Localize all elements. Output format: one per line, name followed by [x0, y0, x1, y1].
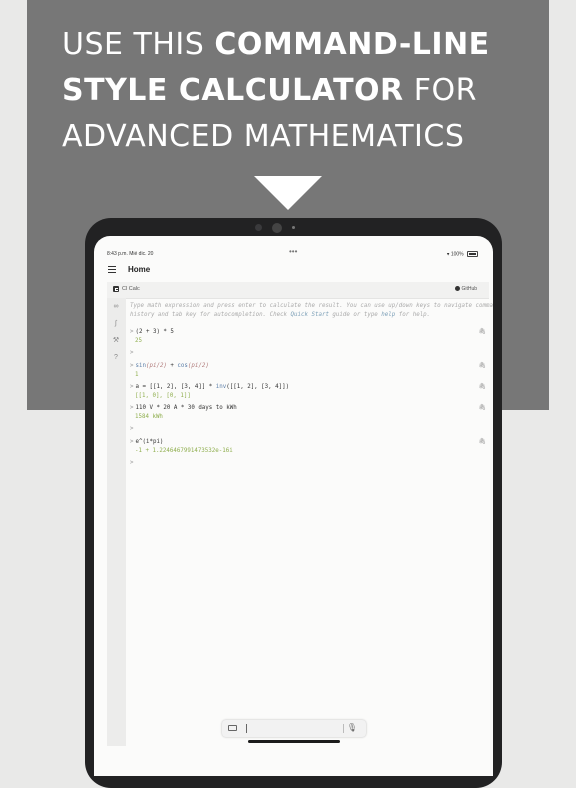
console-entry: > a = [[1, 2], [3, 4]] * inv([[1, 2], [3,… [130, 383, 486, 401]
headline-bold: STYLE CALCULATOR [62, 73, 404, 108]
page-title: Home [128, 265, 151, 274]
entry-input[interactable]: ([[1, 2], [3, 4]]) [226, 384, 289, 390]
prompt-symbol: > [130, 329, 134, 335]
intro-line: history and tab key for autocompletion. … [130, 312, 291, 318]
prompt-symbol: > [130, 384, 134, 390]
entry-input[interactable]: 110 V * 20 A * 30 days to kWh [136, 405, 237, 411]
function-arg[interactable]: (pi/2) [188, 363, 209, 369]
camera-icon [255, 224, 262, 231]
intro-line: Type math expression and press enter to … [130, 303, 493, 309]
status-time: 8:43 p.m. Mié dic. 20 [107, 251, 154, 257]
battery-percent: 100% [450, 251, 464, 258]
function-name[interactable]: inv [216, 384, 226, 390]
paperclip-icon[interactable]: 🖇 [478, 328, 486, 335]
promo-headline: USE THIS COMMAND-LINE STYLE CALCULATOR F… [62, 22, 532, 160]
console-entry: > sin(pi/2) + cos(pi/2) 1 🖇 [130, 362, 486, 380]
function-icon[interactable]: ∫ [112, 320, 120, 328]
link-icon[interactable]: ∞ [112, 303, 120, 311]
app-name: Cl Calc [122, 286, 140, 292]
app-logo-icon [113, 286, 119, 292]
function-name[interactable]: sin [136, 363, 146, 369]
entry-result: [[1, 0], [0, 1]] [135, 393, 191, 399]
help-keyword: help [381, 312, 396, 318]
wifi-icon: ▾ [446, 251, 450, 258]
paperclip-icon[interactable]: 🖇 [478, 438, 486, 445]
battery-status: ▾ 100% [447, 251, 478, 257]
headline-text: USE THIS [62, 27, 205, 62]
console-output: Type math expression and press enter to … [130, 302, 493, 472]
headline-text: ADVANCED MATHEMATICS [62, 119, 465, 154]
keyboard-toolbar: 🎙 [222, 720, 366, 737]
microphone-icon[interactable]: 🎙 [347, 723, 357, 732]
prompt-symbol: > [130, 439, 134, 445]
intro-text: Type math expression and press enter to … [130, 302, 493, 320]
github-label: GitHub [461, 286, 477, 292]
function-arg[interactable]: (pi/2) [146, 363, 167, 369]
entry-result: 1 [135, 372, 139, 378]
entry-input[interactable]: (2 + 3) * 5 [136, 329, 174, 335]
prompt-symbol: > [130, 405, 134, 411]
headline-bold: COMMAND-LINE [214, 27, 490, 62]
paperclip-icon[interactable]: 🖇 [478, 404, 486, 411]
multitask-dots[interactable]: ••• [289, 247, 297, 256]
hamburger-icon[interactable] [108, 266, 116, 274]
console-entry: >110 V * 20 A * 30 days to kWh 1584 kWh … [130, 404, 486, 422]
entry-input[interactable]: + [167, 363, 177, 369]
toolbar-divider [343, 724, 344, 733]
console-entry: > (2 + 3) * 5 25 🖇 [130, 328, 486, 346]
help-icon[interactable]: ? [112, 354, 120, 362]
headline-text: FOR [413, 73, 477, 108]
entry-result: 1584 kWh [135, 414, 163, 420]
status-bar: 8:43 p.m. Mié dic. 20 ••• ▾ 100% [94, 236, 493, 257]
github-link[interactable]: GitHub [455, 286, 477, 292]
entry-result: 25 [135, 338, 142, 344]
top-app-bar: Home [94, 260, 493, 282]
intro-line: guide or type [328, 312, 382, 318]
empty-prompt[interactable]: > [130, 349, 480, 358]
github-icon [455, 286, 461, 292]
prompt-symbol: > [130, 363, 134, 369]
camera-lens-icon [272, 223, 282, 233]
active-prompt[interactable]: > [130, 459, 480, 468]
sensor-icon [292, 226, 295, 229]
keyboard-icon[interactable] [228, 725, 237, 731]
wrench-icon[interactable]: ⚒ [112, 337, 120, 345]
paperclip-icon[interactable]: 🖇 [478, 383, 486, 390]
down-arrow-icon [254, 176, 322, 210]
paperclip-icon[interactable]: 🖇 [478, 362, 486, 369]
entry-input[interactable]: e^(i*pi) [136, 439, 164, 445]
home-indicator[interactable] [248, 740, 340, 743]
app-screen: 8:43 p.m. Mié dic. 20 ••• ▾ 100% Home Cl… [94, 236, 493, 776]
empty-prompt[interactable]: > [130, 425, 480, 434]
text-cursor [246, 724, 247, 733]
quick-start-link[interactable]: Quick Start [291, 312, 329, 318]
entry-input[interactable]: a = [[1, 2], [3, 4]] * [136, 384, 216, 390]
battery-icon [467, 251, 478, 257]
entry-result: -1 + 1.2246467991473532e-16i [135, 448, 233, 454]
tool-rail: ∞ ∫ ⚒ ? [107, 298, 126, 746]
intro-line: for help. [395, 312, 431, 318]
function-name[interactable]: cos [177, 363, 187, 369]
console-entry: > e^(i*pi) -1 + 1.2246467991473532e-16i 🖇 [130, 438, 486, 456]
app-header: Cl Calc GitHub [107, 282, 489, 299]
